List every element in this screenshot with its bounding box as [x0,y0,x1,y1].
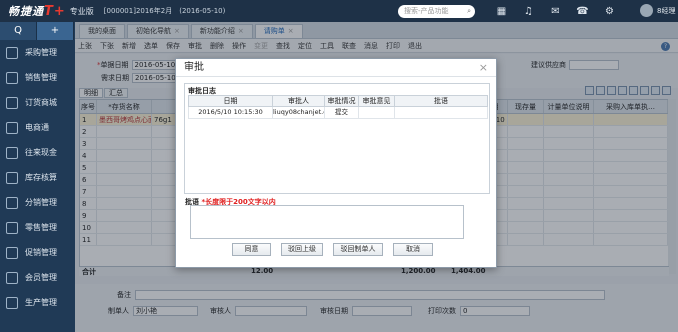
sidebar-item-label: 电商通 [25,123,49,132]
approval-log: 审批日志 日期 审批人 审批情况 审批意见 批语 2016/5/10 10:15… [184,83,490,194]
log-col-approver: 审批人 [273,96,325,106]
chat-icon[interactable]: ✉ [542,6,569,17]
promo-icon [6,246,18,259]
add-button[interactable]: + [37,22,74,40]
search-icon: ⌕ [467,7,471,15]
comment-textarea[interactable] [190,205,464,239]
log-col-remark: 批语 [434,97,448,105]
edition-label: 专业版 [69,6,94,16]
sidebar-item-0[interactable]: 采购管理 [0,40,75,65]
log-remark [395,107,487,118]
search-input[interactable]: 搜索-产品功能 ⌕ [398,5,475,18]
retail-icon [6,221,18,234]
stock-icon [6,171,18,184]
sidebar-item-label: 采购管理 [25,48,57,57]
reject-to-maker-button[interactable]: 驳回制单人 [333,243,383,256]
reject-to-upper-button[interactable]: 驳回上级 [281,243,323,256]
sidebar-item-6[interactable]: 分销管理 [0,190,75,215]
sidebar-item-label: 生产管理 [25,298,57,307]
distribution-icon [6,196,18,209]
log-opinion [359,107,395,118]
tag-icon [6,71,18,84]
sidebar-item-label: 订货商城 [25,98,57,107]
member-icon [6,271,18,284]
log-col-date: 日期 [189,96,273,106]
settings-icon[interactable]: ⚙ [596,6,623,17]
table-row[interactable]: 2016/5/10 10:15:30 liuqy08chanjet.com (一… [188,107,488,119]
mall-icon [6,96,18,109]
user-name: 8经理 [657,6,676,15]
sidebar-item-label: 库存核算 [25,173,57,182]
search-menu-button[interactable]: Q [0,22,37,40]
avatar [640,4,653,17]
sidebar-item-9[interactable]: 会员管理 [0,265,75,290]
sidebar-item-2[interactable]: 订货商城 [0,90,75,115]
user-menu[interactable]: 8经理 [640,4,675,17]
sidebar-item-3[interactable]: 电商通 [0,115,75,140]
cart-icon [6,46,18,59]
bell-icon[interactable]: ♫ [515,6,542,17]
close-icon[interactable]: × [479,61,488,74]
phone-icon[interactable]: ☎ [569,6,596,17]
brand-logo: 畅捷通T+ [8,4,66,19]
log-date: 2016/5/10 10:15:30 [189,107,273,118]
cancel-button[interactable]: 取消 [393,243,433,256]
sidebar-item-label: 分销管理 [25,198,57,207]
account-period: [000001]2016年2月 (2016-05-10) [103,7,226,15]
log-status: 提交 [325,107,359,118]
sidebar-item-4[interactable]: 往来现金 [0,140,75,165]
sidebar-item-1[interactable]: 销售管理 [0,65,75,90]
log-col-opinion: 审批意见 [359,96,395,106]
sidebar-item-8[interactable]: 促销管理 [0,240,75,265]
sidebar-item-7[interactable]: 零售管理 [0,215,75,240]
sidebar-item-label: 零售管理 [25,223,57,232]
sidebar: Q + 采购管理销售管理订货商城电商通往来现金库存核算分销管理零售管理促销管理会… [0,22,75,332]
log-approver: liuqy08chanjet.com (一 [273,107,325,118]
log-col-status: 审批情况 [325,96,359,106]
approve-button[interactable]: 同意 [232,243,271,256]
dialog-title: 审批 [176,59,496,77]
approval-dialog: 审批 × 审批日志 日期 审批人 审批情况 审批意见 批语 2016/5/10 … [175,58,497,268]
ecommerce-icon [6,121,18,134]
sidebar-item-5[interactable]: 库存核算 [0,165,75,190]
grid-icon[interactable]: ▦ [488,6,515,17]
approval-log-table: 日期 审批人 审批情况 审批意见 批语 2016/5/10 10:15:30 l… [188,95,488,119]
top-icons: ▦ ♫ ✉ ☎ ⚙ [488,0,623,22]
sidebar-item-label: 往来现金 [25,148,57,157]
sidebar-item-label: 促销管理 [25,248,57,257]
production-icon [6,296,18,309]
sidebar-item-10[interactable]: 生产管理 [0,290,75,315]
sidebar-item-label: 会员管理 [25,273,57,282]
sidebar-item-label: 销售管理 [25,73,57,82]
cash-icon [6,146,18,159]
